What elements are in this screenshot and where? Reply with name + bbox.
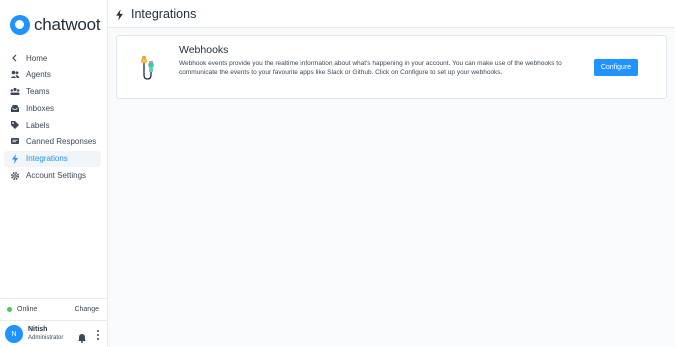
configure-button[interactable]: Configure (594, 59, 638, 76)
sidebar-item-integrations[interactable]: Integrations (4, 150, 101, 167)
online-status-dot (7, 307, 12, 312)
webhooks-description: Webhook events provide you the realtime … (179, 60, 562, 76)
sidebar-item-label: Account Settings (26, 171, 87, 181)
change-status-link[interactable]: Change (74, 306, 99, 313)
sidebar-item-label: Integrations (26, 154, 68, 164)
sidebar-item-teams[interactable]: Teams (4, 84, 101, 100)
page-title: Integrations (131, 6, 197, 21)
lightning-icon (115, 8, 124, 21)
sidebar-item-label: Teams (26, 87, 50, 97)
brand-name: chatwoot (34, 15, 101, 34)
sidebar-item-home[interactable]: Home (4, 50, 101, 66)
more-options-icon[interactable] (95, 329, 101, 341)
user-info: Nitish Administrator (28, 325, 63, 343)
sidebar-item-label: Labels (26, 120, 50, 130)
tag-icon (10, 120, 20, 130)
webhooks-integration-card: Webhooks Webhook events provide you the … (116, 35, 667, 99)
gear-icon (10, 171, 20, 181)
user-name: Nitish (28, 326, 48, 333)
availability-status: Online Change (0, 298, 108, 320)
sidebar-item-label: Agents (26, 70, 51, 80)
sidebar-item-agents[interactable]: Agents (4, 67, 101, 83)
notification-bell-icon[interactable] (77, 330, 87, 343)
user-role: Administrator (28, 335, 64, 341)
chatwoot-logo[interactable]: chatwoot (10, 14, 101, 36)
sidebar-item-label: Home (26, 53, 48, 63)
inbox-icon (10, 103, 20, 113)
status-label: Online (17, 306, 38, 313)
sidebar-item-inboxes[interactable]: Inboxes (4, 100, 101, 116)
lightning-icon (10, 153, 20, 164)
main-content: Integrations Webhooks Webhook events pro… (108, 0, 675, 347)
current-user[interactable]: N Nitish Administrator (0, 320, 108, 347)
webhooks-title: Webhooks (179, 44, 229, 56)
webhook-cable-icon (135, 53, 159, 83)
chatwoot-logo-icon (10, 15, 30, 35)
page-header: Integrations (108, 0, 675, 28)
avatar: N (5, 325, 23, 343)
sidebar-item-canned-responses[interactable]: Canned Responses (4, 134, 101, 150)
sidebar-nav: Home Agents Teams Inboxes Labels Canned … (4, 50, 101, 184)
sidebar-item-label: Inboxes (26, 103, 55, 113)
sidebar-item-account-settings[interactable]: Account Settings (4, 168, 101, 184)
chevron-left-icon (10, 53, 20, 63)
people-icon (10, 70, 20, 80)
sidebar: chatwoot Home Agents Teams Inboxes Label… (0, 0, 108, 347)
sidebar-item-labels[interactable]: Labels (4, 117, 101, 133)
chat-bubble-icon (10, 137, 20, 147)
team-icon (10, 87, 20, 97)
sidebar-item-label: Canned Responses (26, 137, 97, 147)
